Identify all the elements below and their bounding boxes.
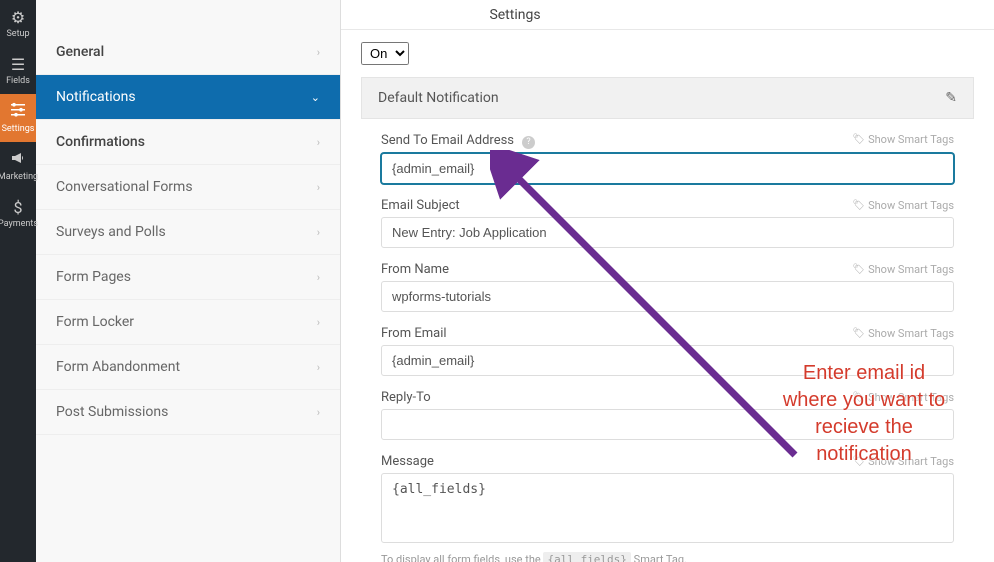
tag-icon: 🏷 [852, 328, 865, 339]
tag-icon: 🏷 [852, 264, 865, 275]
settings-sidebar: General › Notifications ⌄ Confirmations … [36, 0, 341, 562]
smart-tags-link[interactable]: 🏷 Show Smart Tags [852, 133, 954, 146]
sidebar-item-surveys[interactable]: Surveys and Polls › [36, 210, 340, 255]
send-to-label: Send To Email Address [381, 133, 514, 148]
message-textarea[interactable] [381, 473, 954, 543]
chevron-right-icon: › [317, 271, 320, 284]
send-to-input[interactable] [381, 153, 954, 184]
admin-item-marketing[interactable]: Marketing [0, 142, 36, 190]
reply-to-input[interactable] [381, 409, 954, 440]
smart-tags-link[interactable]: 🏷 Show Smart Tags [852, 455, 954, 468]
subject-label: Email Subject [381, 198, 460, 213]
sidebar-item-confirmations[interactable]: Confirmations › [36, 120, 340, 165]
chevron-right-icon: › [317, 181, 320, 194]
chevron-down-icon: ⌄ [311, 91, 320, 104]
chevron-right-icon: › [317, 226, 320, 239]
admin-item-payments[interactable]: $ Payments [0, 190, 36, 237]
admin-item-fields[interactable]: ☰ Fields [0, 47, 36, 94]
notification-section-header: Default Notification ✎ [361, 77, 974, 119]
from-email-label: From Email [381, 326, 447, 341]
smart-tags-link[interactable]: 🏷 Show Smart Tags [852, 263, 954, 276]
notifications-toggle-row: On [341, 30, 994, 77]
gear-icon: ⚙ [11, 8, 25, 27]
reply-to-label: Reply-To [381, 390, 431, 405]
help-icon[interactable]: ? [522, 136, 535, 149]
chevron-right-icon: › [317, 406, 320, 419]
sidebar-item-notifications[interactable]: Notifications ⌄ [36, 75, 340, 120]
smart-tags-link[interactable]: 🏷 Show Smart Tags [852, 199, 954, 212]
dollar-icon: $ [14, 198, 23, 217]
admin-sidebar: ⚙ Setup ☰ Fields Settings Marketing $ Pa… [0, 0, 36, 562]
edit-icon[interactable]: ✎ [945, 90, 957, 106]
sidebar-item-form-locker[interactable]: Form Locker › [36, 300, 340, 345]
chevron-right-icon: › [317, 316, 320, 329]
admin-item-setup[interactable]: ⚙ Setup [0, 0, 36, 47]
admin-item-settings[interactable]: Settings [0, 94, 36, 142]
message-label: Message [381, 454, 434, 469]
sidebar-item-form-pages[interactable]: Form Pages › [36, 255, 340, 300]
sidebar-item-conversational[interactable]: Conversational Forms › [36, 165, 340, 210]
tag-icon: 🏷 [852, 456, 865, 467]
notifications-toggle[interactable]: On [361, 42, 409, 65]
page-title: Settings [489, 7, 540, 23]
sidebar-item-post-submissions[interactable]: Post Submissions › [36, 390, 340, 435]
tag-icon: 🏷 [852, 200, 865, 211]
from-name-label: From Name [381, 262, 449, 277]
chevron-right-icon: › [317, 136, 320, 149]
bullhorn-icon [10, 150, 26, 170]
tag-icon: 🏷 [852, 392, 865, 403]
tag-icon: 🏷 [852, 134, 865, 145]
subject-input[interactable] [381, 217, 954, 248]
smart-tags-link[interactable]: 🏷 Show Smart Tags [852, 327, 954, 340]
from-name-input[interactable] [381, 281, 954, 312]
sidebar-item-form-abandonment[interactable]: Form Abandonment › [36, 345, 340, 390]
content-area: On Default Notification ✎ Send To Email … [341, 30, 994, 562]
message-hint: To display all form fields, use the {all… [381, 553, 954, 562]
chevron-right-icon: › [317, 46, 320, 59]
from-email-input[interactable] [381, 345, 954, 376]
chevron-right-icon: › [317, 361, 320, 374]
sidebar-item-general[interactable]: General › [36, 30, 340, 75]
smart-tags-link[interactable]: 🏷 Show Smart Tags [852, 391, 954, 404]
list-icon: ☰ [11, 55, 25, 74]
sliders-icon [10, 102, 26, 122]
